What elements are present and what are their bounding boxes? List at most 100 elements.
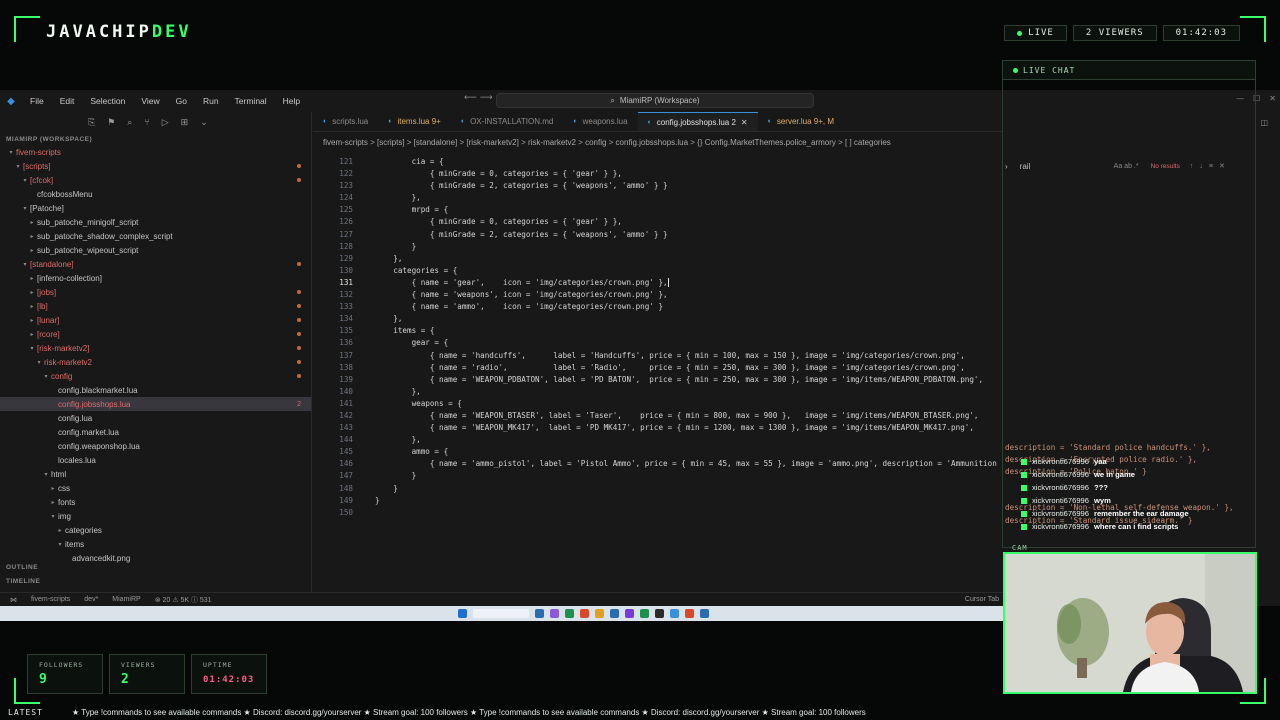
tree-item[interactable]: ▸ [rcore] [0,327,311,341]
status-workspace-folder[interactable]: fivem-scripts [31,596,70,603]
editor-tab[interactable]: ◐ config.jobsshops.lua 2 ✕ [637,112,758,131]
bookmark-icon[interactable]: ⚑ [107,117,115,128]
search-icon: ⌕ [610,95,615,105]
tab-label: server.lua 9+, M [776,117,834,126]
tree-item[interactable]: ▸ [lb] [0,299,311,313]
tree-item[interactable]: ▾ config [0,369,311,383]
tree-item[interactable]: config.lua [0,411,311,425]
tree-item[interactable]: config.jobsshops.lua 2 [0,397,311,411]
source-control-icon[interactable]: ⑂ [144,117,149,127]
tree-item[interactable]: ▾ [cfcok] [0,173,311,187]
files-icon[interactable]: ⎘ [88,117,95,128]
taskbar-app-icon[interactable] [580,609,589,618]
remote-icon[interactable]: ⋈ [10,596,17,604]
extensions-icon[interactable]: ⊞ [181,117,189,128]
line-number: 134 [339,314,353,324]
chevron-down-icon: ▾ [44,373,48,380]
chevron-down-icon: ▾ [51,513,55,520]
taskbar-app-icon[interactable] [595,609,604,618]
tree-item[interactable]: ▸ [jobs] [0,285,311,299]
status-cursor[interactable]: Cursor Tab [965,596,999,603]
menu-item-terminal[interactable]: Terminal [227,96,275,106]
tree-item[interactable]: ▸ css [0,481,311,495]
run-debug-icon[interactable]: ▷ [162,117,169,128]
line-number: 142 [339,410,353,420]
taskbar-search[interactable] [473,609,529,618]
menu-item-edit[interactable]: Edit [52,96,83,106]
tree-item[interactable]: ▾ risk-marketv2 [0,355,311,369]
editor-tab[interactable]: ◐ server.lua 9+, M [758,112,844,131]
taskbar-app-icon[interactable] [458,609,467,618]
chevron-right-icon: ▸ [30,289,34,296]
timeline-section[interactable]: TIMELINE [0,578,311,585]
chat-message: xickvronti676996 yaa [1021,455,1257,468]
tree-item[interactable]: config.market.lua [0,425,311,439]
editor-tab[interactable]: ◐ items.lua 9+ [378,112,451,131]
status-git-branch[interactable]: dev* [84,596,98,603]
taskbar-app-icon[interactable] [565,609,574,618]
stat-label: VIEWERS [121,661,156,669]
tree-item[interactable]: config.weaponshop.lua [0,439,311,453]
code-line: 131 { name = 'gear', icon = 'img/categor… [313,277,1003,289]
code-area[interactable]: 121 cia = {122 { minGrade = 0, categorie… [313,156,1003,596]
tree-item-label: fivem-scripts [16,147,61,157]
tree-item[interactable]: ▾ html [0,467,311,481]
taskbar-app-icon[interactable] [625,609,634,618]
workspace-header[interactable]: MIAMIRP (WORKSPACE) [0,132,311,145]
tree-item[interactable]: cfcokbossMenu [0,187,311,201]
close-tab-icon[interactable]: ✕ [741,118,748,127]
taskbar-app-icon[interactable] [655,609,664,618]
tree-item[interactable]: advancedkit.png [0,551,311,565]
status-problems[interactable]: ⊗ 20 ⚠ 5K ⓘ 531 [155,595,212,605]
editor-tab[interactable]: ◐ OX-INSTALLATION.md [451,112,564,131]
nav-arrows[interactable]: ⟵ ⟶ [464,93,493,103]
menu-item-help[interactable]: Help [275,96,308,106]
tree-item[interactable]: ▾ [risk-marketv2] [0,341,311,355]
tree-item[interactable]: config.blackmarket.lua [0,383,311,397]
tree-item[interactable]: locales.lua [0,453,311,467]
tree-item[interactable]: ▾ [scripts] [0,159,311,173]
split-editor-icon[interactable]: ◫ [1260,118,1268,127]
code-text: gear = { [375,338,449,348]
stat-label: FOLLOWERS [39,661,84,669]
command-center[interactable]: ⌕ MiamiRP (Workspace) [496,93,814,108]
editor-tab[interactable]: ◐ scripts.lua [313,112,378,131]
tree-item[interactable]: ▾ img [0,509,311,523]
taskbar-app-icon[interactable] [670,609,679,618]
taskbar-app-icon[interactable] [610,609,619,618]
tree-item[interactable]: ▸ [lunar] [0,313,311,327]
outline-section[interactable]: OUTLINE [0,564,311,571]
tree-item[interactable]: ▸ fonts [0,495,311,509]
menu-item-view[interactable]: View [133,96,167,106]
taskbar-app-icon[interactable] [700,609,709,618]
tree-item[interactable]: ▾ [Patoche] [0,201,311,215]
tree-item[interactable]: ▸ sub_patoche_wipeout_script [0,243,311,257]
tree-item[interactable]: ▸ sub_patoche_minigolf_script [0,215,311,229]
status-workspace[interactable]: MiamiRP [112,596,140,603]
line-number: 143 [339,423,353,433]
menu-item-go[interactable]: Go [168,96,195,106]
menu-item-run[interactable]: Run [195,96,227,106]
tree-item[interactable]: ▾ [standalone] [0,257,311,271]
code-text: }, [375,314,403,324]
search-icon[interactable]: ⌕ [127,117,132,128]
taskbar-app-icon[interactable] [535,609,544,618]
editor-tab[interactable]: ◐ weapons.lua [563,112,637,131]
tree-item[interactable]: ▸ categories [0,523,311,537]
close-icon[interactable]: ✕ [1269,94,1276,103]
tree-item[interactable]: ▾ fivem-scripts [0,145,311,159]
taskbar-app-icon[interactable] [685,609,694,618]
breadcrumb[interactable]: fivem-scripts > [scripts] > [standalone]… [323,138,891,147]
tree-item[interactable]: ▸ sub_patoche_shadow_complex_script [0,229,311,243]
code-line: 144 }, [313,434,1003,446]
tree-item[interactable]: ▾ items [0,537,311,551]
tab-label: weapons.lua [582,117,628,126]
status-bar: ⋈ fivem-scripts dev* MiamiRP ⊗ 20 ⚠ 5K ⓘ… [0,592,1003,606]
menu-item-file[interactable]: File [22,96,52,106]
tree-item[interactable]: ▸ [inferno-collection] [0,271,311,285]
more-icon[interactable]: ⌄ [200,117,208,128]
taskbar-app-icon[interactable] [550,609,559,618]
taskbar-app-icon[interactable] [640,609,649,618]
menu-item-selection[interactable]: Selection [82,96,133,106]
stat-value: 2 [121,672,129,687]
